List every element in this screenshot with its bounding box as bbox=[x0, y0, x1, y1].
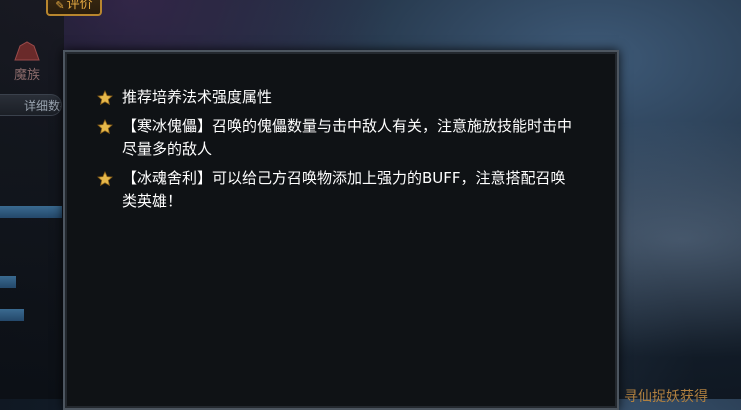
review-button[interactable]: ✎ 评价 bbox=[46, 0, 102, 16]
tip-item: 【冰魂舍利】可以给己方召唤物添加上强力的BUFF，注意搭配召唤类英雄！ bbox=[97, 167, 577, 213]
tip-item: 推荐培养法术强度属性 bbox=[97, 86, 577, 109]
detail-data-button[interactable]: 详细数据 bbox=[0, 94, 62, 116]
race-label: 魔族 bbox=[14, 68, 41, 83]
tips-list: 推荐培养法术强度属性 【寒冰傀儡】召唤的傀儡数量与击中敌人有关，注意施放技能时击… bbox=[97, 86, 577, 219]
acquisition-text: 寻仙捉妖获得 bbox=[624, 389, 708, 405]
hero-tips-panel: 推荐培养法术强度属性 【寒冰傀儡】召唤的傀儡数量与击中敌人有关，注意施放技能时击… bbox=[63, 50, 619, 410]
stat-bar bbox=[0, 206, 62, 218]
stat-bar bbox=[0, 276, 16, 288]
tip-text: 推荐培养法术强度属性 bbox=[122, 88, 273, 106]
star-icon bbox=[97, 171, 113, 187]
stat-bar bbox=[0, 309, 24, 321]
race-icon bbox=[14, 41, 40, 61]
tip-text: 【寒冰傀儡】召唤的傀儡数量与击中敌人有关，注意施放技能时击中尽量多的敌人 bbox=[122, 117, 573, 158]
edit-icon: ✎ bbox=[55, 0, 65, 12]
star-icon bbox=[97, 119, 113, 135]
star-icon bbox=[97, 90, 113, 106]
tip-text: 【冰魂舍利】可以给己方召唤物添加上强力的BUFF，注意搭配召唤类英雄！ bbox=[122, 169, 566, 210]
review-button-label: 评价 bbox=[66, 0, 93, 12]
tip-item: 【寒冰傀儡】召唤的傀儡数量与击中敌人有关，注意施放技能时击中尽量多的敌人 bbox=[97, 115, 577, 161]
